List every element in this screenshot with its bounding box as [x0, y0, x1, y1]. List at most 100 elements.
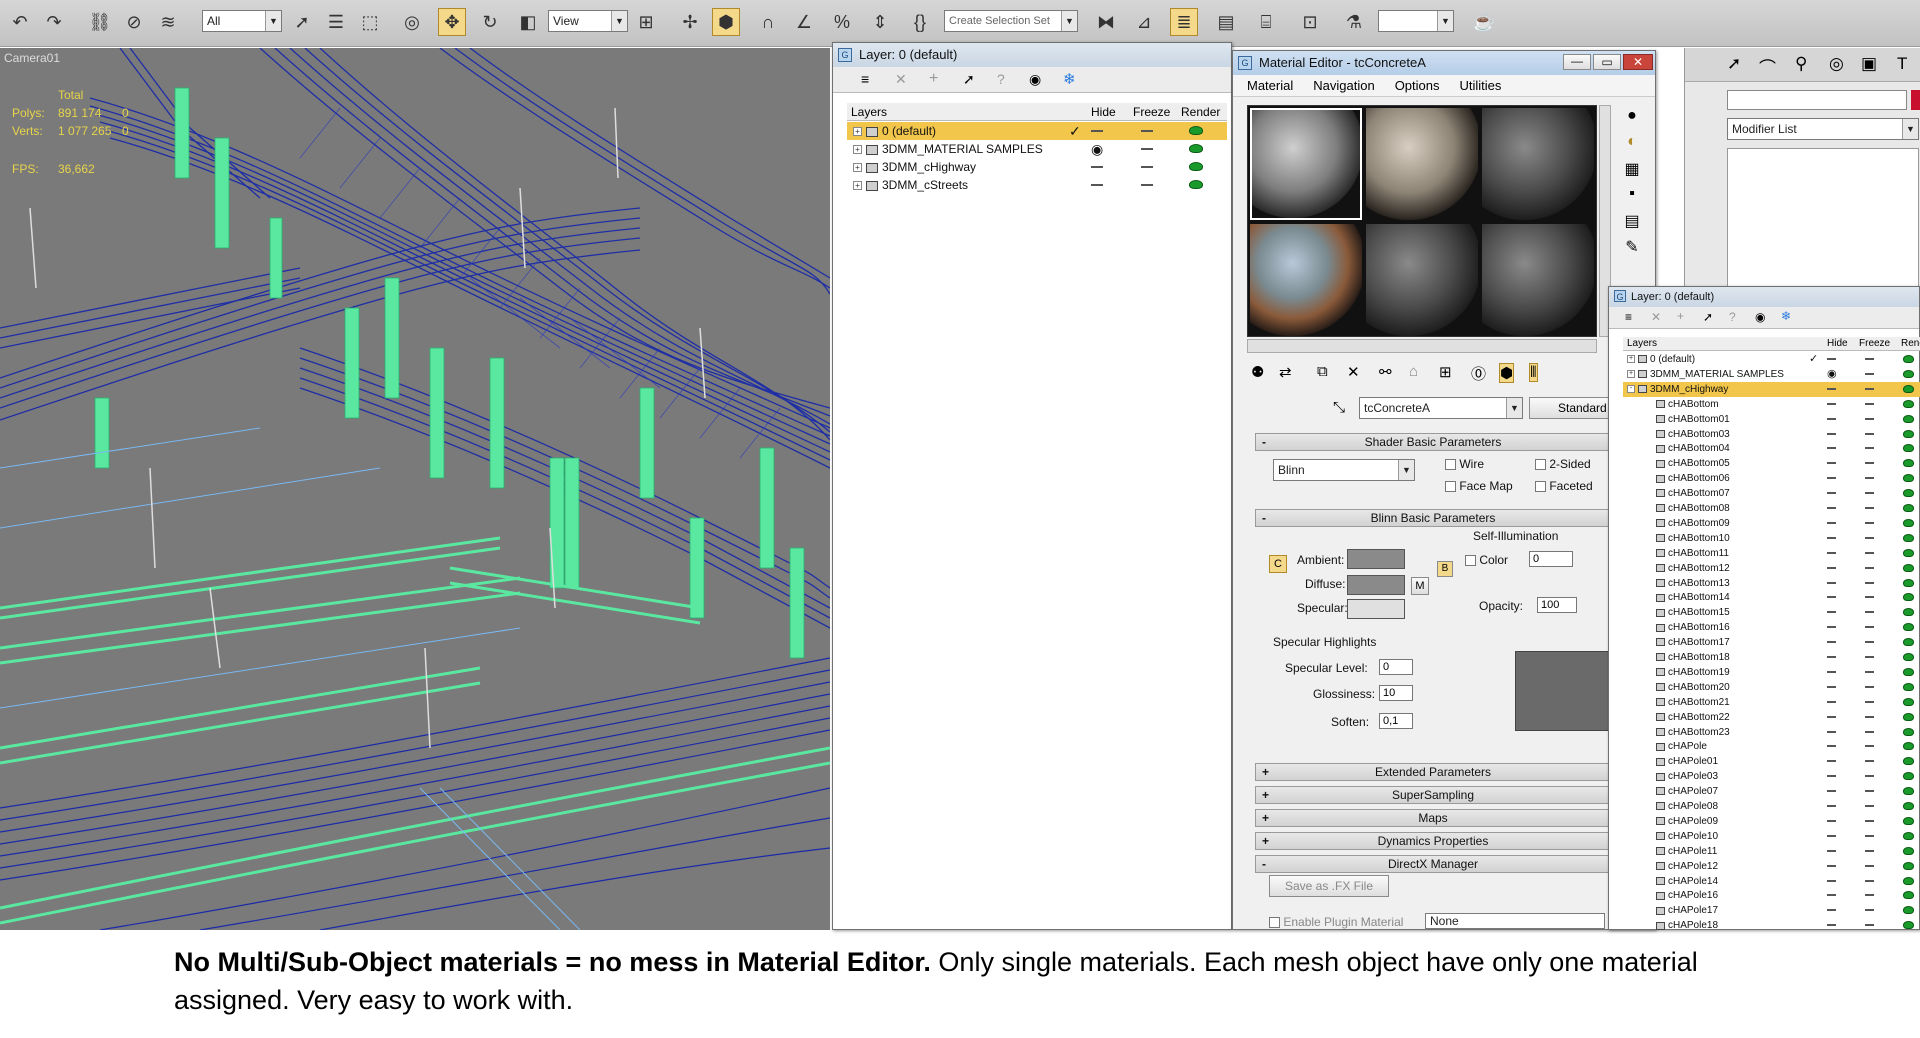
- freeze-dash[interactable]: [1865, 402, 1874, 405]
- visible-dash[interactable]: [1827, 626, 1836, 629]
- close-button[interactable]: ✕: [1623, 54, 1653, 70]
- object-row[interactable]: cHABottom22: [1623, 710, 1920, 725]
- hide-all-icon[interactable]: ◉: [1755, 310, 1765, 324]
- render-teapot-icon[interactable]: [1903, 891, 1914, 900]
- freeze-all-icon[interactable]: ❄: [1063, 70, 1076, 88]
- freeze-dash[interactable]: [1865, 715, 1874, 718]
- rollout-dynamics-properties[interactable]: + Dynamics Properties: [1255, 832, 1611, 850]
- visible-dash[interactable]: [1827, 477, 1836, 480]
- put-to-library-icon[interactable]: ⌂: [1409, 363, 1418, 380]
- object-row[interactable]: cHAPole10: [1623, 829, 1920, 844]
- render-teapot-icon[interactable]: [1903, 548, 1914, 557]
- sample-type-icon[interactable]: ●: [1617, 107, 1647, 133]
- layer-row[interactable]: +0 (default) ✓: [847, 122, 1227, 140]
- visible-dash[interactable]: [1827, 685, 1836, 688]
- select-rotate-icon[interactable]: ↻: [476, 8, 504, 36]
- put-to-scene-icon[interactable]: ⇄: [1279, 363, 1292, 381]
- visible-dash[interactable]: [1827, 417, 1836, 420]
- object-row[interactable]: cHAPole: [1623, 739, 1920, 754]
- select-manipulate-icon[interactable]: ✢: [676, 8, 704, 36]
- render-teapot-icon[interactable]: [1903, 593, 1914, 602]
- named-selection-dropdown[interactable]: Create Selection Set ▼: [944, 10, 1078, 32]
- render-teapot-icon[interactable]: [1189, 126, 1203, 135]
- layers-icon[interactable]: ≡: [861, 71, 869, 87]
- video-color-check-icon[interactable]: ▤: [1617, 211, 1647, 237]
- delete-icon[interactable]: ✕: [1651, 310, 1661, 324]
- render-teapot-icon[interactable]: [1903, 861, 1914, 870]
- column-render[interactable]: Rende: [1901, 338, 1920, 349]
- column-freeze[interactable]: Freeze: [1133, 105, 1170, 119]
- object-color-swatch[interactable]: [1911, 90, 1920, 110]
- freeze-dash[interactable]: [1865, 760, 1874, 763]
- freeze-dash[interactable]: [1865, 611, 1874, 614]
- freeze-dash[interactable]: [1865, 372, 1874, 375]
- visible-dash[interactable]: [1827, 805, 1836, 807]
- freeze-dash[interactable]: [1865, 924, 1874, 927]
- slots-horizontal-scrollbar[interactable]: [1247, 339, 1597, 353]
- render-teapot-icon[interactable]: [1903, 399, 1914, 408]
- column-layers[interactable]: Layers: [1627, 338, 1657, 349]
- menu-item-utilities[interactable]: Utilities: [1460, 78, 1502, 93]
- specular-swatch[interactable]: [1347, 599, 1405, 619]
- undo-icon[interactable]: ↶: [6, 8, 34, 36]
- make-unique-icon[interactable]: ⚯: [1379, 363, 1392, 381]
- material-id-icon[interactable]: ⊞: [1439, 363, 1452, 381]
- background-icon[interactable]: ▦: [1617, 159, 1647, 185]
- faceted-checkbox[interactable]: Faceted: [1535, 479, 1593, 493]
- sample-slot-4[interactable]: [1250, 224, 1362, 336]
- spinner-snap-icon[interactable]: ⇕: [866, 8, 894, 36]
- object-row[interactable]: cHABottom11: [1623, 546, 1920, 561]
- visible-dash[interactable]: [1827, 447, 1836, 450]
- object-row[interactable]: cHABottom05: [1623, 456, 1920, 471]
- add-icon[interactable]: +: [929, 70, 938, 88]
- keyboard-shortcut-icon[interactable]: ⬢: [712, 8, 740, 36]
- freeze-dash[interactable]: [1865, 775, 1874, 778]
- freeze-dash[interactable]: [1865, 507, 1874, 509]
- object-row[interactable]: cHABottom04: [1623, 441, 1920, 456]
- visible-dash[interactable]: [1827, 521, 1836, 524]
- render-teapot-icon[interactable]: [1903, 608, 1914, 617]
- material-name-field[interactable]: tcConcreteA ▼: [1359, 397, 1523, 419]
- layer-manager-icon[interactable]: ≣: [1170, 8, 1198, 36]
- freeze-dash[interactable]: [1865, 700, 1874, 703]
- unlink-icon[interactable]: ⊘: [120, 8, 148, 36]
- render-teapot-icon[interactable]: [1903, 414, 1914, 423]
- visible-dash[interactable]: [1827, 924, 1836, 927]
- freeze-dash[interactable]: [1865, 670, 1874, 673]
- render-teapot-icon[interactable]: [1903, 742, 1914, 751]
- select-icon[interactable]: ➚: [1703, 310, 1713, 324]
- get-material-icon[interactable]: ⚉: [1251, 363, 1264, 381]
- rollout-directx-manager[interactable]: - DirectX Manager: [1255, 855, 1611, 873]
- glossiness-input[interactable]: 10: [1379, 685, 1413, 701]
- bind-space-warp-icon[interactable]: ≋: [154, 8, 182, 36]
- edit-named-sel-icon[interactable]: {}: [906, 8, 934, 36]
- align-icon[interactable]: ⊿: [1130, 8, 1158, 36]
- freeze-dash[interactable]: [1141, 184, 1153, 186]
- freeze-all-icon[interactable]: ❄: [1781, 309, 1791, 323]
- render-teapot-icon[interactable]: [1903, 459, 1914, 468]
- object-row[interactable]: cHAPole17: [1623, 903, 1920, 918]
- render-teapot-icon[interactable]: [1903, 757, 1914, 766]
- reset-map-icon[interactable]: ✕: [1347, 363, 1360, 381]
- freeze-dash[interactable]: [1865, 358, 1874, 360]
- uv-tiling-icon[interactable]: ▪: [1617, 185, 1647, 211]
- ref-coord-dropdown[interactable]: View ▼: [548, 10, 628, 32]
- visible-dash[interactable]: [1827, 819, 1836, 822]
- visible-dash[interactable]: [1827, 670, 1836, 673]
- minimize-button[interactable]: —: [1563, 54, 1591, 70]
- object-row[interactable]: cHABottom18: [1623, 650, 1920, 665]
- render-teapot-icon[interactable]: [1189, 180, 1203, 189]
- freeze-dash[interactable]: [1865, 641, 1874, 644]
- visible-dash[interactable]: [1827, 715, 1836, 718]
- freeze-dash[interactable]: [1865, 551, 1874, 554]
- freeze-dash[interactable]: [1865, 879, 1874, 882]
- maximize-button[interactable]: ▭: [1593, 54, 1621, 70]
- opacity-input[interactable]: 100: [1537, 597, 1577, 613]
- visible-dash[interactable]: [1827, 909, 1836, 912]
- expand-icon[interactable]: +: [853, 127, 862, 137]
- object-row[interactable]: cHABottom17: [1623, 635, 1920, 650]
- expand-icon[interactable]: +: [853, 163, 862, 173]
- column-layers[interactable]: Layers: [851, 105, 887, 119]
- render-teapot-icon[interactable]: [1903, 563, 1914, 572]
- freeze-dash[interactable]: [1865, 834, 1874, 837]
